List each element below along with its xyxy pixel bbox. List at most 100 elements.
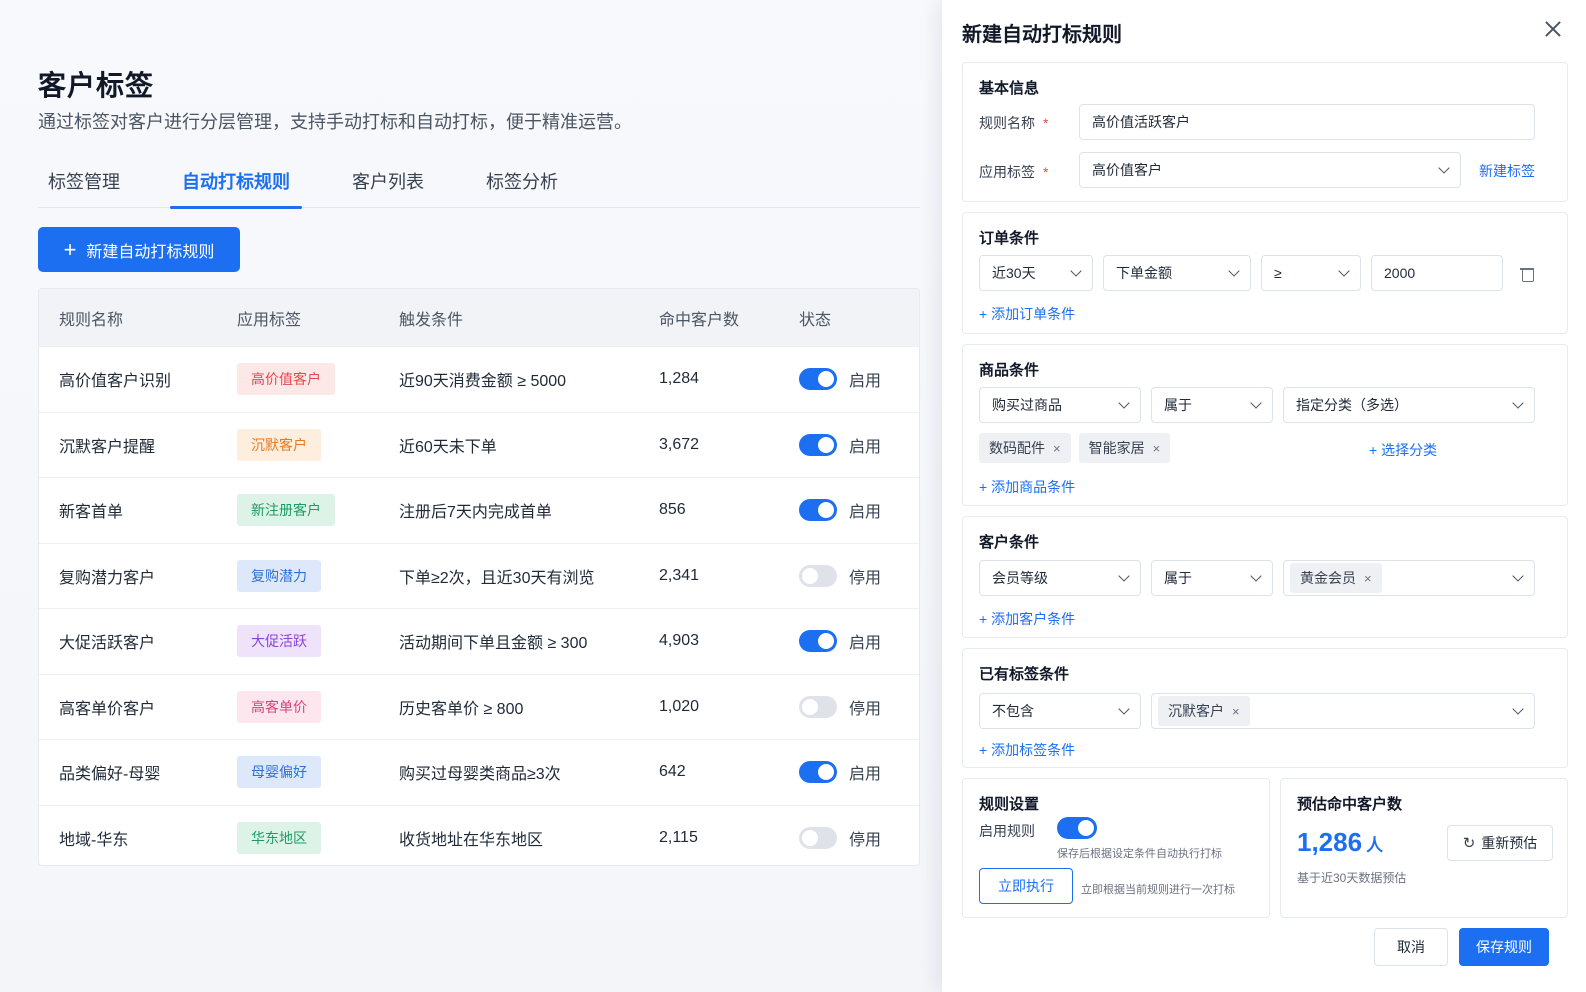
rule-name-cell: 品类偏好-母婴: [59, 766, 161, 784]
hit-count-cell: 4,903: [659, 632, 700, 650]
new-tag-link[interactable]: 新建标签: [1479, 161, 1535, 181]
close-icon[interactable]: [1542, 18, 1564, 40]
add-customer-condition-link[interactable]: + 添加客户条件: [979, 609, 1075, 629]
tag-badge: 高价值客户: [237, 363, 335, 396]
add-order-condition-link[interactable]: + 添加订单条件: [979, 304, 1075, 324]
condition-cell: 注册后7天内完成首单: [399, 504, 552, 522]
tag-badge: 沉默客户: [237, 428, 321, 461]
chevron-down-icon: [1118, 397, 1130, 409]
save-rule-button[interactable]: 保存规则: [1459, 928, 1549, 966]
applied-tag-cell: 华东地区: [237, 821, 399, 854]
product-scope-select[interactable]: 指定分类（多选）: [1283, 387, 1535, 423]
cancel-button[interactable]: 取消: [1374, 928, 1448, 966]
table-row[interactable]: 新客首单 新注册客户 注册后7天内完成首单 856 启用: [39, 477, 919, 543]
hit-count-cell: 1,020: [659, 697, 700, 715]
close-icon[interactable]: ×: [1232, 704, 1240, 719]
enable-rule-label: 启用规则: [979, 823, 1035, 839]
status-cell: 启用: [799, 760, 919, 784]
status-toggle[interactable]: [799, 433, 837, 456]
new-auto-tag-rule-button[interactable]: + 新建自动打标规则: [38, 227, 240, 272]
status-toggle[interactable]: [799, 826, 837, 849]
basic-info-title: 基本信息: [979, 80, 1040, 97]
product-operator-select[interactable]: 属于: [1151, 387, 1273, 423]
tag-badge: 母婴偏好: [237, 756, 321, 789]
new-auto-tag-rule-label: 新建自动打标规则: [86, 243, 215, 261]
run-now-button[interactable]: 立即执行: [979, 868, 1073, 904]
chevron-down-icon: [1338, 265, 1350, 277]
order-period-value: 近30天: [992, 265, 1036, 281]
member-level-select[interactable]: 黄金会员 ×: [1283, 560, 1535, 596]
rule-name-cell: 地域-华东: [59, 831, 129, 849]
table-row[interactable]: 高价值客户识别 高价值客户 近90天消费金额 ≥ 5000 1,284 启用: [39, 346, 919, 412]
product-field-select[interactable]: 购买过商品: [979, 387, 1141, 423]
status-cell: 停用: [799, 826, 919, 850]
tag-badge: 新注册客户: [237, 494, 335, 527]
page-title: 客户标签: [38, 70, 155, 101]
status-toggle[interactable]: [799, 499, 837, 522]
rules-table: 规则名称 应用标签 触发条件 命中客户数 状态 高价值客户识别 高价值客户 近90天…: [38, 288, 920, 866]
customer-operator-select[interactable]: 属于: [1151, 560, 1273, 596]
applied-tag-cell: 大促活跃: [237, 625, 399, 658]
status-cell: 启用: [799, 367, 919, 391]
hit-count-cell: 2,115: [659, 828, 698, 846]
tab-tag-analysis[interactable]: 标签分析: [476, 160, 568, 208]
status-toggle[interactable]: [799, 695, 837, 718]
status-text: 停用: [849, 569, 882, 587]
applied-tag-cell: 高客单价: [237, 690, 399, 723]
status-toggle[interactable]: [799, 630, 837, 653]
status-toggle[interactable]: [799, 368, 837, 391]
status-toggle[interactable]: [799, 564, 837, 587]
chevron-down-icon: [1250, 570, 1262, 582]
estimate-basis: 基于近30天数据预估: [1297, 871, 1407, 885]
table-row[interactable]: 大促活跃客户 大促活跃 活动期间下单且金额 ≥ 300 4,903 启用: [39, 608, 919, 674]
refresh-icon: ↻: [1462, 835, 1476, 852]
close-icon[interactable]: ×: [1153, 441, 1161, 456]
tab-customer-list[interactable]: 客户列表: [342, 160, 434, 208]
run-now-hint: 立即根据当前规则进行一次打标: [1081, 884, 1235, 896]
applied-tag-label-text: 应用标签: [979, 164, 1035, 180]
existing-tag-condition-title: 已有标签条件: [979, 666, 1070, 683]
rule-settings-title: 规则设置: [979, 796, 1040, 813]
existing-tag-operator-value: 不包含: [992, 703, 1034, 719]
status-toggle[interactable]: [799, 761, 837, 784]
existing-tag-select[interactable]: 沉默客户 ×: [1151, 693, 1535, 729]
existing-tag-operator-select[interactable]: 不包含: [979, 693, 1141, 729]
add-product-condition-link[interactable]: + 添加商品条件: [979, 477, 1075, 497]
member-level-chip: 黄金会员 ×: [1290, 563, 1382, 593]
customer-field-select[interactable]: 会员等级: [979, 560, 1141, 596]
table-row[interactable]: 品类偏好-母婴 母婴偏好 购买过母婴类商品≥3次 642 启用: [39, 739, 919, 805]
order-metric-select[interactable]: 下单金额: [1103, 255, 1251, 291]
add-tag-condition-link[interactable]: + 添加标签条件: [979, 740, 1075, 760]
new-rule-drawer: 新建自动打标规则 基本信息 规则名称 * 高价值活跃客户 应用标签 * 高价值客户 …: [942, 0, 1586, 992]
close-icon[interactable]: ×: [1053, 441, 1061, 456]
chevron-down-icon: [1228, 265, 1240, 277]
condition-cell: 活动期间下单且金额 ≥ 300: [399, 635, 588, 653]
order-period-select[interactable]: 近30天: [979, 255, 1093, 291]
table-row[interactable]: 地域-华东 华东地区 收货地址在华东地区 2,115 停用: [39, 804, 919, 866]
condition-cell: 近90天消费金额 ≥ 5000: [399, 373, 567, 391]
tab-auto-tag-rules[interactable]: 自动打标规则: [170, 160, 302, 209]
order-value-input[interactable]: 2000: [1371, 255, 1503, 291]
hit-count-cell: 3,672: [659, 435, 700, 453]
enable-rule-toggle[interactable]: [1057, 817, 1097, 839]
tab-tag-management[interactable]: 标签管理: [38, 160, 130, 208]
status-text: 停用: [849, 831, 882, 849]
status-text: 启用: [849, 635, 882, 653]
rule-name-cell: 大促活跃客户: [59, 635, 156, 653]
re-estimate-label: 重新预估: [1481, 835, 1538, 851]
status-text: 启用: [849, 438, 882, 456]
rule-name-cell: 高客单价客户: [59, 700, 156, 718]
applied-tag-select[interactable]: 高价值客户: [1079, 152, 1461, 188]
order-operator-select[interactable]: ≥: [1261, 255, 1361, 291]
delete-icon[interactable]: [1520, 267, 1534, 282]
re-estimate-button[interactable]: ↻ 重新预估: [1447, 825, 1553, 861]
customer-condition-title: 客户条件: [979, 534, 1040, 551]
rule-name-input[interactable]: 高价值活跃客户: [1079, 104, 1535, 140]
table-row[interactable]: 复购潜力客户 复购潜力 下单≥2次，且近30天有浏览 2,341 停用: [39, 542, 919, 609]
status-text: 启用: [849, 766, 882, 784]
close-icon[interactable]: ×: [1364, 571, 1372, 586]
table-row[interactable]: 沉默客户提醒 沉默客户 近60天未下单 3,672 启用: [39, 411, 919, 478]
table-row[interactable]: 高客单价客户 高客单价 历史客单价 ≥ 800 1,020 停用: [39, 673, 919, 740]
tab-bar: 标签管理 自动打标规则 客户列表 标签分析: [38, 160, 920, 209]
choose-category-link[interactable]: + 选择分类: [1369, 440, 1437, 460]
